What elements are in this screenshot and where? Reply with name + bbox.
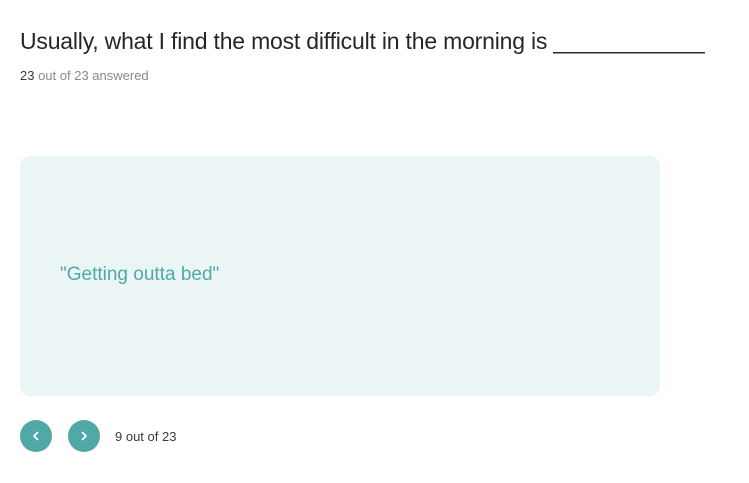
previous-response-button[interactable] [20,420,52,452]
question-title: Usually, what I find the most difficult … [20,28,705,54]
chevron-left-icon [33,431,39,441]
next-response-button[interactable] [68,420,100,452]
chevron-right-icon [81,431,87,441]
answered-count: 23 [20,68,35,83]
answered-suffix: out of 23 answered [34,68,149,83]
answered-count-text: 23 out of 23 answered [20,68,149,83]
response-text: "Getting outta bed" [60,264,220,285]
response-card: "Getting outta bed" [20,156,660,396]
response-position: 9 out of 23 [115,429,177,444]
